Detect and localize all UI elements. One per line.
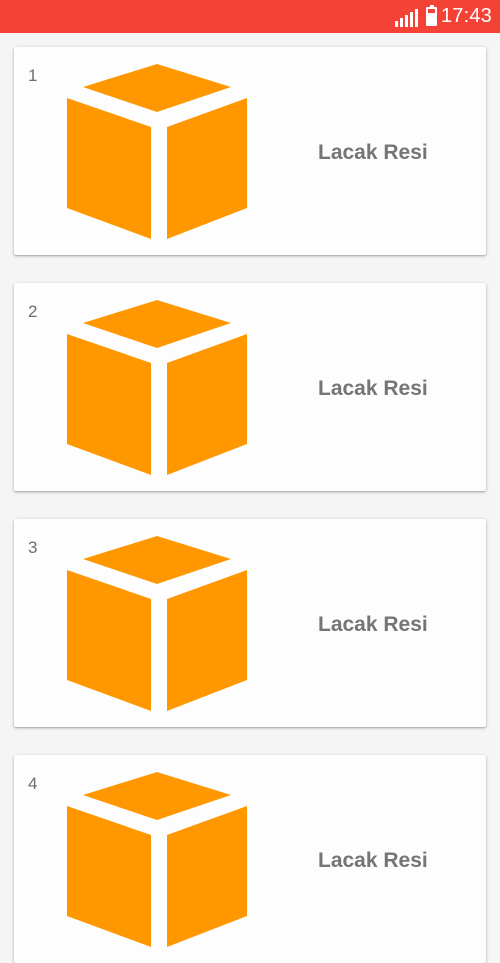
item-number: 2 bbox=[28, 302, 38, 321]
package-box-icon bbox=[67, 64, 247, 239]
list-item[interactable]: 2 Lacak Resi bbox=[14, 283, 486, 491]
battery-icon bbox=[425, 5, 437, 26]
item-number: 3 bbox=[28, 538, 38, 557]
list-item[interactable]: 1 Lacak Resi bbox=[14, 47, 486, 255]
track-receipt-label: Lacak Resi bbox=[318, 849, 428, 872]
package-box-icon bbox=[67, 300, 247, 475]
track-receipt-label: Lacak Resi bbox=[318, 141, 428, 164]
list-item[interactable]: 4 Lacak Resi bbox=[14, 755, 486, 963]
status-time: 17:43 bbox=[440, 5, 492, 27]
package-box-icon bbox=[67, 772, 247, 947]
package-box-icon bbox=[67, 536, 247, 711]
status-bar: 17:43 bbox=[0, 0, 500, 33]
track-receipt-label: Lacak Resi bbox=[318, 377, 428, 400]
list-item[interactable]: 3 Lacak Resi bbox=[14, 519, 486, 727]
item-number: 4 bbox=[28, 774, 38, 793]
item-number: 1 bbox=[28, 66, 38, 85]
signal-icon bbox=[394, 7, 418, 27]
track-receipt-label: Lacak Resi bbox=[318, 613, 428, 636]
